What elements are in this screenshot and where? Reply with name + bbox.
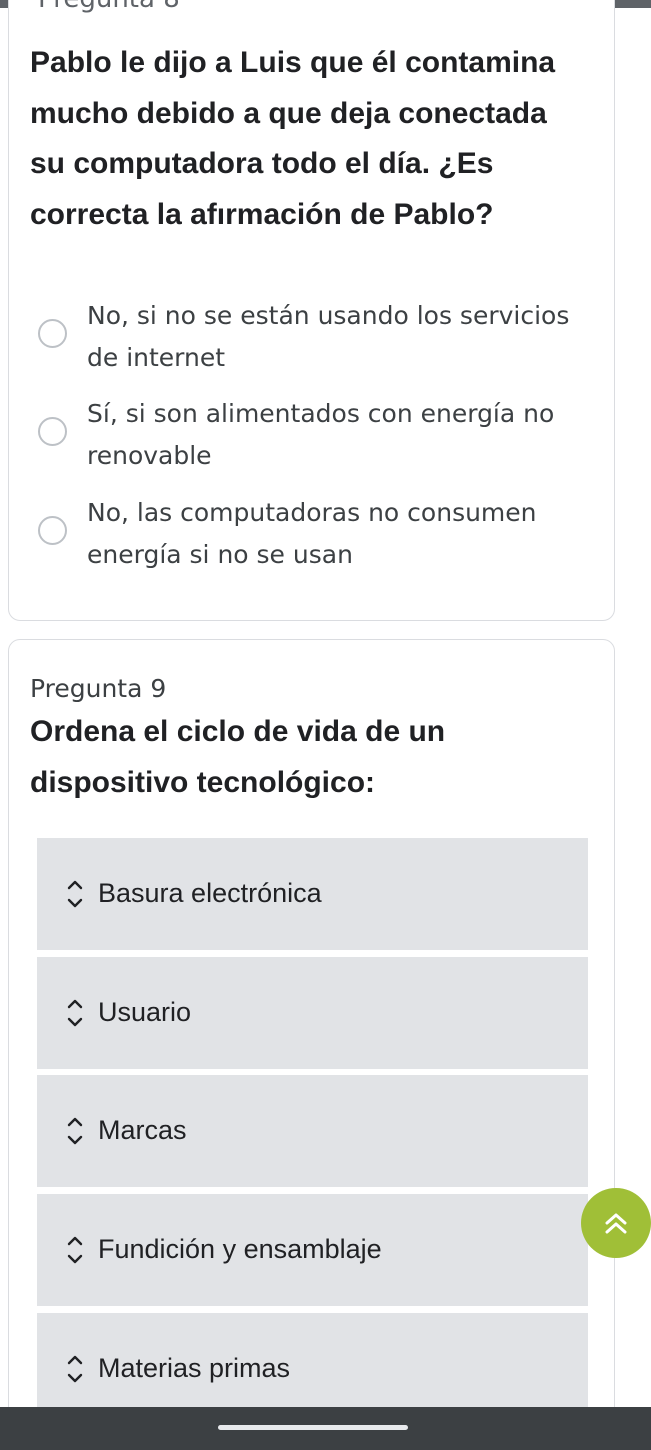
scroll-top-button[interactable] xyxy=(581,1188,651,1258)
radio-button[interactable] xyxy=(38,417,67,446)
answer-option-label: No, las computadoras no consumen energía… xyxy=(87,498,537,569)
chevron-up-down-icon[interactable] xyxy=(67,1116,83,1146)
question-8-title: Pablo le dijo a Luis que él contamina mu… xyxy=(30,46,556,231)
sortable-item[interactable]: Fundición y ensamblaje xyxy=(37,1194,588,1306)
question-9-title: Ordena el ciclo de vida de un dispositiv… xyxy=(30,715,446,799)
radio-button[interactable] xyxy=(38,319,67,348)
chevron-up-down-icon[interactable] xyxy=(67,998,83,1028)
sortable-item[interactable]: Usuario xyxy=(37,957,588,1069)
chevron-up-down-icon[interactable] xyxy=(67,1235,83,1265)
answer-option-label: Sí, si son alimentados con energía no re… xyxy=(87,399,555,470)
sortable-item-label: Fundición y ensamblaje xyxy=(98,1234,382,1264)
sortable-item-label: Marcas xyxy=(98,1115,187,1145)
chevron-up-down-icon[interactable] xyxy=(67,879,83,909)
sortable-item[interactable]: Basura electrónica xyxy=(37,838,588,950)
sortable-item-label: Basura electrónica xyxy=(98,878,322,908)
radio-button[interactable] xyxy=(38,516,67,545)
sortable-item[interactable]: Marcas xyxy=(37,1075,588,1187)
navigation-bar xyxy=(0,1407,651,1450)
question-8-header: Pregunta 8 xyxy=(38,0,180,12)
double-chevron-up-icon xyxy=(605,1213,627,1234)
sortable-item-label: Usuario xyxy=(98,997,192,1027)
question-9-header: Pregunta 9 xyxy=(30,674,167,703)
home-gesture-handle[interactable] xyxy=(218,1425,408,1430)
sortable-item-label: Materias primas xyxy=(98,1353,291,1383)
answer-option-label: No, si no se están usando los servicios … xyxy=(87,301,570,372)
chevron-up-down-icon[interactable] xyxy=(67,1354,83,1384)
